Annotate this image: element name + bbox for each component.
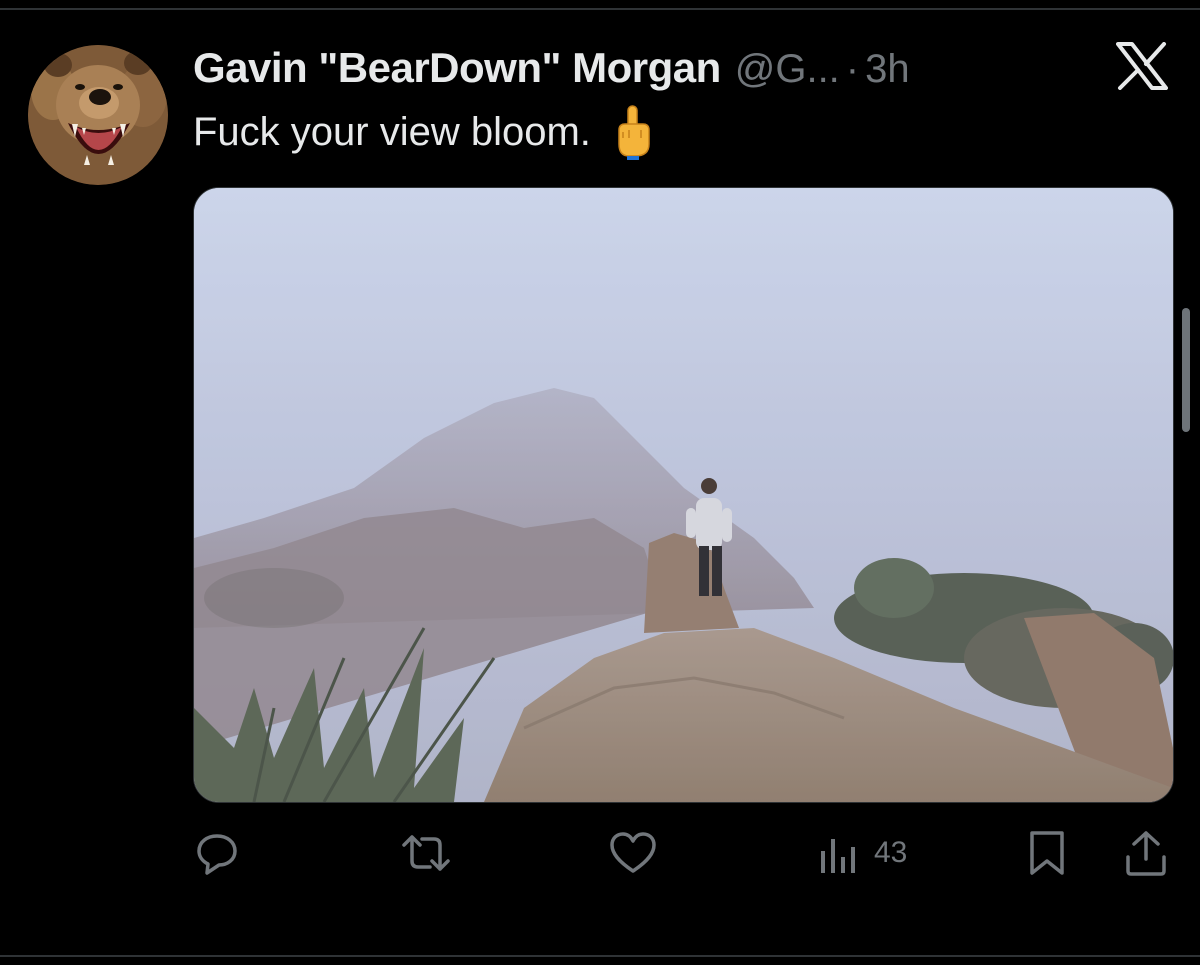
author-handle[interactable]: @G... bbox=[735, 47, 840, 92]
reply-icon bbox=[197, 834, 237, 875]
share-button[interactable] bbox=[1124, 828, 1168, 878]
tweet-card: Gavin "BearDown" Morgan @G... · 3h Fuck … bbox=[0, 0, 1200, 965]
views-count: 43 bbox=[874, 836, 908, 869]
timestamp[interactable]: 3h bbox=[865, 47, 910, 92]
tweet-media-photo[interactable] bbox=[193, 187, 1174, 803]
bear-avatar-image bbox=[28, 45, 168, 185]
scrollbar-thumb[interactable] bbox=[1182, 308, 1190, 432]
retweet-icon bbox=[402, 835, 450, 871]
like-button[interactable] bbox=[608, 828, 658, 878]
author-name[interactable]: Gavin "BearDown" Morgan bbox=[193, 44, 721, 92]
divider-bottom bbox=[0, 955, 1200, 957]
views-button[interactable]: 43 bbox=[818, 828, 907, 878]
retweet-button[interactable] bbox=[400, 828, 452, 878]
bookmark-icon bbox=[1030, 831, 1064, 875]
separator-dot: · bbox=[845, 47, 860, 91]
avatar[interactable] bbox=[28, 45, 168, 185]
x-logo-icon[interactable] bbox=[1116, 42, 1168, 90]
reply-button[interactable] bbox=[193, 828, 241, 878]
photo-foggy-summit bbox=[194, 188, 1173, 802]
tweet-action-bar: 43 bbox=[0, 828, 1200, 878]
tweet-text: Fuck your view bloom. bbox=[193, 109, 591, 154]
share-icon bbox=[1126, 831, 1166, 876]
tweet-header: Gavin "BearDown" Morgan @G... · 3h bbox=[193, 44, 910, 94]
bookmark-button[interactable] bbox=[1027, 828, 1067, 878]
divider-top bbox=[0, 8, 1200, 10]
heart-icon bbox=[610, 832, 656, 873]
tweet-body: Fuck your view bloom. bbox=[193, 104, 653, 160]
middle-finger-emoji-icon bbox=[613, 104, 653, 160]
views-icon bbox=[821, 839, 855, 873]
